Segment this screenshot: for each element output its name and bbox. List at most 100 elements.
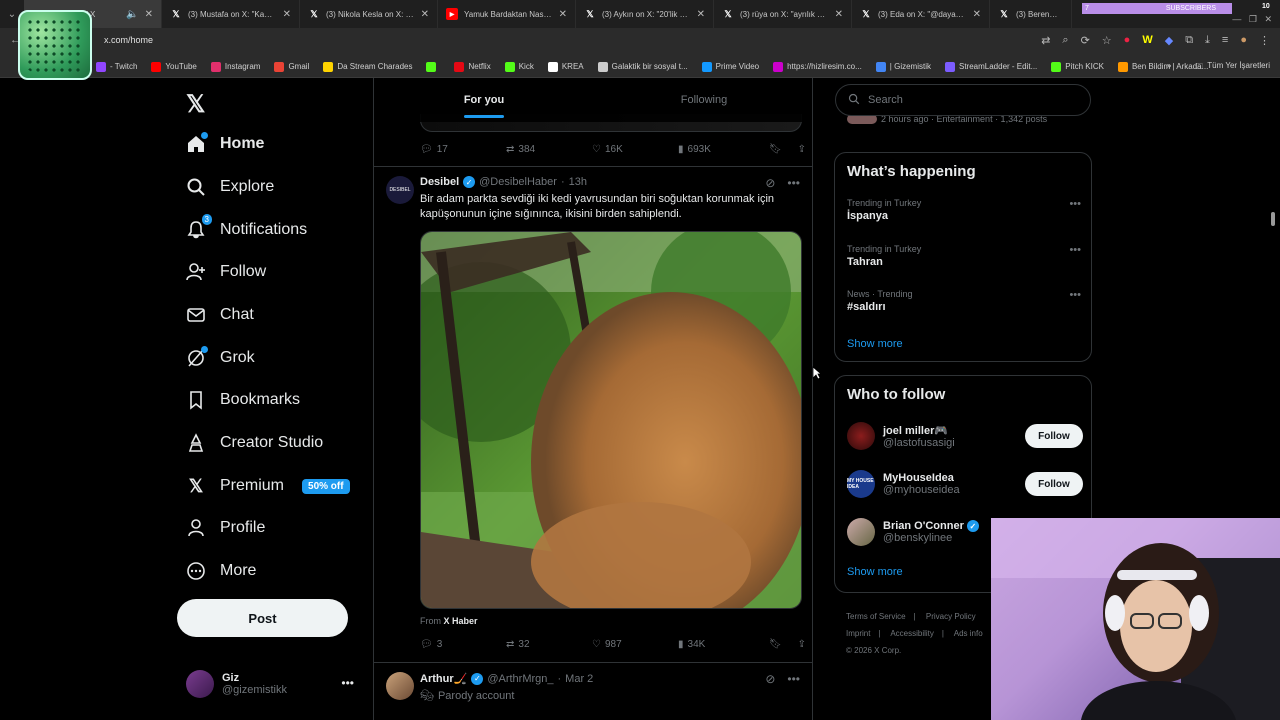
source-link[interactable]: X Haber: [444, 616, 478, 626]
nav-profile[interactable]: Profile: [186, 508, 265, 548]
zoom-icon[interactable]: ⌕: [1062, 34, 1068, 47]
grok-icon[interactable]: ⊘: [765, 176, 775, 190]
more-horizontal-icon[interactable]: •••: [1069, 289, 1081, 301]
browser-tab[interactable]: 𝕏 (3) Nikola Kesla on X: "Tar ✕: [300, 0, 438, 28]
browser-tab[interactable]: 𝕏 (3) Mustafa on X: "Kadınla ✕: [162, 0, 300, 28]
nav-explore[interactable]: Explore: [186, 167, 274, 207]
bookmarks-overflow-icon[interactable]: »: [1167, 61, 1171, 75]
repost-button[interactable]: ⇄ 384: [506, 144, 592, 155]
close-tab-icon[interactable]: ✕: [283, 9, 291, 20]
post-button[interactable]: Post: [177, 599, 348, 637]
x-logo-icon[interactable]: 𝕏: [186, 90, 205, 119]
nav-creator-studio[interactable]: Creator Studio: [186, 423, 323, 463]
scrollbar-thumb[interactable]: [1271, 212, 1275, 226]
share-icon[interactable]: ⇪: [798, 144, 806, 155]
bookmark-icon[interactable]: 🔖︎: [769, 639, 782, 650]
account-switcher[interactable]: Giz @gizemistikk •••: [186, 670, 366, 698]
trend-item[interactable]: Trending in Turkey Tahran •••: [847, 244, 1083, 268]
tweet-author[interactable]: Desibel: [420, 176, 459, 188]
tweet-handle[interactable]: @ArthrMrgn_: [487, 673, 553, 685]
tweet-video[interactable]: [420, 231, 802, 609]
browser-tab[interactable]: 𝕏 (3) Eda on X: "@dayagiye ✕: [852, 0, 990, 28]
tab-for-you[interactable]: For you: [374, 78, 594, 122]
search-input[interactable]: Search: [835, 84, 1091, 116]
nav-premium[interactable]: 𝕏 Premium 50% off: [186, 466, 350, 506]
url-field[interactable]: x.com/home: [104, 35, 153, 45]
bookmark-item[interactable]: YouTube: [151, 61, 197, 72]
close-tab-icon[interactable]: ✕: [973, 9, 981, 20]
follow-suggestion[interactable]: joel miller🎮 @lastofusasigi Follow: [847, 418, 1083, 454]
tweet-handle[interactable]: @DesibelHaber: [479, 176, 557, 188]
nav-grok[interactable]: Grok: [186, 338, 255, 378]
share-icon[interactable]: ⇪: [798, 639, 806, 650]
browser-tab[interactable]: 𝕏 (3) Aykın on X: "20'lik dişi ✕: [576, 0, 714, 28]
views-button[interactable]: ▮ 34K: [678, 639, 764, 650]
bookmark-item[interactable]: Prime Video: [701, 61, 759, 72]
avatar[interactable]: [386, 672, 414, 700]
footer-link[interactable]: Imprint: [846, 629, 870, 638]
bookmark-item[interactable]: KREA: [547, 61, 584, 72]
browser-tab[interactable]: 𝕏 (3) rüya on X: "ayrılık sız' ✕: [714, 0, 852, 28]
nav-bookmarks[interactable]: Bookmarks: [186, 380, 300, 420]
views-button[interactable]: ▮ 693K: [678, 144, 764, 155]
trend-item[interactable]: News · Trending #saldırı •••: [847, 289, 1083, 313]
bookmark-item[interactable]: Galaktik bir sosyal t...: [597, 61, 688, 72]
bookmark-item[interactable]: Gmail: [274, 61, 309, 72]
extension-red-icon[interactable]: ●: [1124, 34, 1131, 47]
more-horizontal-icon[interactable]: •••: [1069, 244, 1081, 256]
download-icon[interactable]: ⤓: [1205, 34, 1210, 47]
footer-link[interactable]: Privacy Policy: [926, 612, 976, 621]
nav-home[interactable]: Home: [186, 124, 264, 164]
avatar[interactable]: DESIBEL: [386, 176, 414, 204]
tweet-time[interactable]: 13h: [569, 176, 587, 188]
profile-avatar-icon[interactable]: ●: [1240, 34, 1247, 47]
browser-tab[interactable]: ▶ Yamuk Bardaktan Nasıl Su ✕: [438, 0, 576, 28]
bookmark-item[interactable]: | Gizemistik: [875, 61, 931, 72]
translate-icon[interactable]: ⇄: [1041, 34, 1050, 47]
nav-more[interactable]: More: [186, 551, 256, 591]
tweet-author[interactable]: Arthur🏒: [420, 672, 467, 685]
footer-link[interactable]: Accessibility: [890, 629, 934, 638]
tweet-time[interactable]: Mar 2: [565, 673, 593, 685]
close-tab-icon[interactable]: ✕: [559, 9, 567, 20]
follow-suggestion[interactable]: MY HOUSE IDEA MyHouseIdea @myhouseidea Fo…: [847, 466, 1083, 502]
browser-menu-icon[interactable]: ⋮: [1259, 34, 1270, 47]
star-icon[interactable]: ☆: [1102, 34, 1112, 47]
follow-button[interactable]: Follow: [1025, 472, 1083, 496]
grok-icon[interactable]: ⊘: [765, 672, 775, 686]
mute-icon[interactable]: 🔈: [126, 9, 138, 20]
nav-chat[interactable]: Chat: [186, 295, 254, 335]
repost-button[interactable]: ⇄ 32: [506, 639, 592, 650]
extension-w-icon[interactable]: W: [1142, 34, 1152, 47]
close-tab-icon[interactable]: ✕: [145, 9, 153, 20]
reply-button[interactable]: 💬︎ 17: [420, 144, 506, 155]
footer-link[interactable]: Terms of Service: [846, 612, 906, 621]
bookmark-item[interactable]: StreamLadder - Edit...: [945, 61, 1037, 72]
more-horizontal-icon[interactable]: •••: [341, 676, 354, 690]
show-more-link[interactable]: Show more: [847, 566, 903, 578]
close-tab-icon[interactable]: ✕: [697, 9, 705, 20]
tab-following[interactable]: Following: [594, 78, 812, 122]
reading-list-icon[interactable]: ≡: [1222, 34, 1228, 47]
footer-link[interactable]: Ads info: [954, 629, 983, 638]
follow-button[interactable]: Follow: [1025, 424, 1083, 448]
show-more-link[interactable]: Show more: [847, 338, 903, 350]
more-horizontal-icon[interactable]: •••: [787, 672, 800, 686]
bookmark-icon[interactable]: 🔖︎: [769, 144, 782, 155]
bookmark-item[interactable]: Kick: [504, 61, 534, 72]
window-controls[interactable]: — ❐ ✕: [1232, 14, 1272, 25]
more-horizontal-icon[interactable]: •••: [787, 176, 800, 190]
bookmark-item[interactable]: Da Stream Charades: [323, 61, 412, 72]
bookmark-item[interactable]: Pitch KICK: [1051, 61, 1104, 72]
nav-follow[interactable]: Follow: [186, 252, 266, 292]
like-button[interactable]: ♡ 16K: [592, 144, 678, 155]
bookmark-item[interactable]: Instagram: [210, 61, 260, 72]
trend-item[interactable]: Trending in Turkey İspanya •••: [847, 198, 1083, 222]
extension-blue-icon[interactable]: ◆: [1165, 34, 1173, 47]
more-horizontal-icon[interactable]: •••: [1069, 198, 1081, 210]
bookmark-item[interactable]: Netflix: [454, 61, 491, 72]
like-button[interactable]: ♡ 987: [592, 639, 678, 650]
nav-notifications[interactable]: 3 Notifications: [186, 210, 307, 250]
cast-icon[interactable]: ⟳: [1081, 34, 1090, 47]
close-tab-icon[interactable]: ✕: [835, 9, 843, 20]
